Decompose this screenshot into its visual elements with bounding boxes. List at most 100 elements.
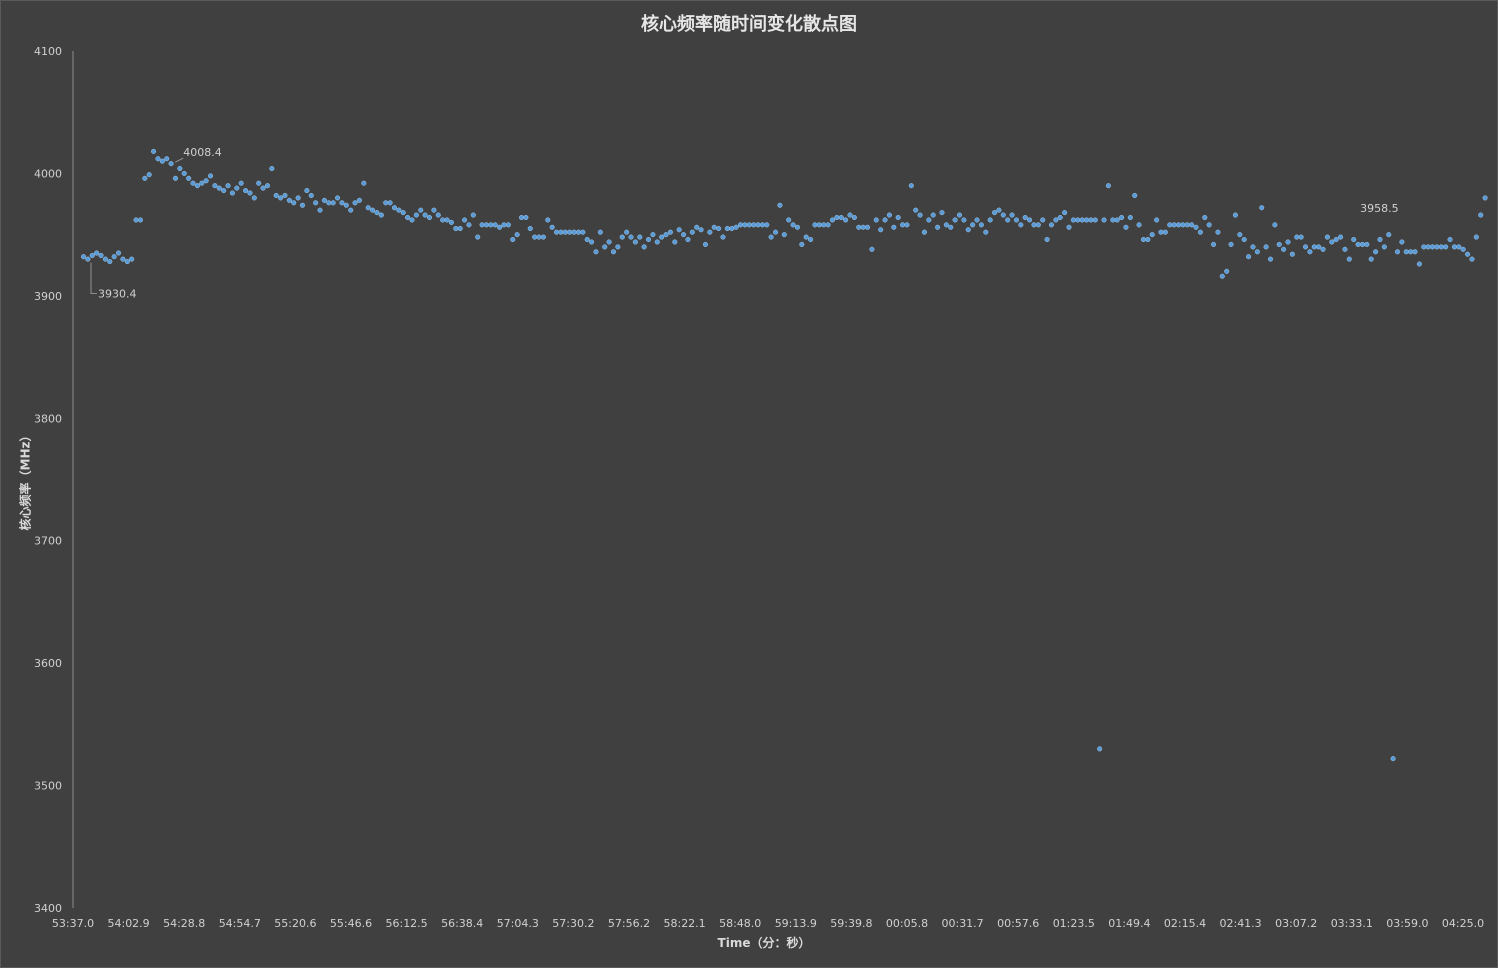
data-point	[1320, 246, 1326, 252]
data-point	[593, 249, 599, 255]
data-point	[1473, 234, 1479, 240]
data-point	[1040, 217, 1046, 223]
data-point	[952, 217, 958, 223]
data-point	[1281, 246, 1287, 252]
data-point	[1329, 239, 1335, 245]
data-point	[155, 156, 161, 162]
data-point	[120, 256, 126, 262]
data-point	[1154, 217, 1160, 223]
data-point	[1333, 236, 1339, 243]
data-point	[356, 197, 362, 203]
data-point	[851, 214, 857, 221]
data-point	[1469, 256, 1475, 262]
data-point	[387, 200, 393, 206]
data-point	[1171, 222, 1177, 228]
data-point	[115, 250, 122, 256]
data-point	[400, 210, 406, 216]
data-point	[1210, 241, 1217, 247]
data-point	[1364, 241, 1370, 247]
data-point	[225, 183, 231, 189]
data-point	[251, 195, 257, 201]
data-point	[1298, 234, 1304, 240]
x-tick-label: 54:02.9	[107, 917, 149, 930]
annotation-leader-line	[175, 157, 184, 163]
data-point	[514, 232, 520, 238]
y-tick-label: 4000	[34, 167, 62, 180]
data-point	[1416, 261, 1422, 267]
data-point	[378, 212, 384, 218]
data-point	[295, 195, 301, 201]
y-tick-label: 3900	[34, 290, 62, 303]
x-tick-label: 57:04.3	[497, 917, 539, 930]
data-point	[1359, 241, 1366, 247]
data-point	[751, 222, 757, 228]
data-point	[142, 175, 148, 181]
data-point	[1097, 746, 1103, 752]
data-point	[168, 161, 174, 167]
data-point	[221, 188, 227, 194]
data-point	[1215, 229, 1221, 235]
data-point	[1018, 222, 1024, 228]
data-point	[129, 256, 135, 262]
data-point	[1351, 236, 1357, 243]
data-point	[124, 259, 130, 265]
data-point	[694, 224, 700, 230]
data-point	[886, 212, 892, 218]
data-point	[1167, 222, 1173, 228]
data-point	[1175, 222, 1182, 228]
x-tick-label: 02:41.3	[1219, 917, 1261, 930]
data-point	[1228, 241, 1234, 247]
data-point	[628, 234, 634, 240]
data-point	[838, 214, 844, 221]
data-point	[1429, 244, 1436, 250]
data-point	[1075, 217, 1081, 223]
data-point	[343, 202, 349, 208]
data-point	[943, 222, 949, 228]
x-tick-label: 56:38.4	[441, 917, 483, 930]
data-point	[159, 158, 165, 164]
annotation-leader-line	[90, 262, 98, 295]
data-point	[536, 234, 542, 240]
data-point	[1272, 222, 1278, 228]
data-point	[790, 222, 796, 228]
data-point	[470, 212, 476, 218]
data-point	[207, 173, 214, 179]
data-point	[720, 234, 726, 240]
data-point	[558, 229, 564, 235]
x-tick-label: 02:15.4	[1164, 917, 1206, 930]
data-point	[238, 180, 244, 186]
data-point	[930, 212, 936, 218]
data-point	[510, 236, 516, 243]
data-point	[645, 236, 652, 243]
data-point	[589, 239, 595, 245]
data-point	[1119, 214, 1125, 221]
data-point	[383, 200, 389, 206]
x-tick-label: 00:05.8	[886, 917, 928, 930]
data-point	[1338, 234, 1344, 240]
x-tick-label: 04:25.0	[1442, 917, 1484, 930]
data-point	[330, 200, 336, 206]
data-point	[891, 224, 897, 230]
data-point	[413, 212, 419, 218]
data-point	[1456, 244, 1462, 250]
data-point	[216, 185, 222, 191]
data-point	[488, 222, 494, 228]
data-point	[532, 234, 538, 240]
data-point	[1206, 222, 1212, 228]
data-point	[1346, 256, 1352, 262]
data-point	[203, 178, 209, 184]
data-point	[1324, 234, 1330, 240]
data-point	[501, 222, 507, 228]
data-point	[523, 214, 529, 221]
data-point	[746, 222, 752, 228]
data-point	[1250, 244, 1256, 250]
data-point	[1149, 232, 1155, 238]
data-point	[264, 183, 271, 189]
data-point	[1057, 214, 1063, 221]
x-tick-label: 59:39.8	[830, 917, 872, 930]
data-point	[348, 207, 354, 213]
data-point	[856, 224, 862, 230]
data-point	[1193, 224, 1199, 230]
data-point	[829, 217, 836, 223]
data-point	[803, 234, 809, 240]
